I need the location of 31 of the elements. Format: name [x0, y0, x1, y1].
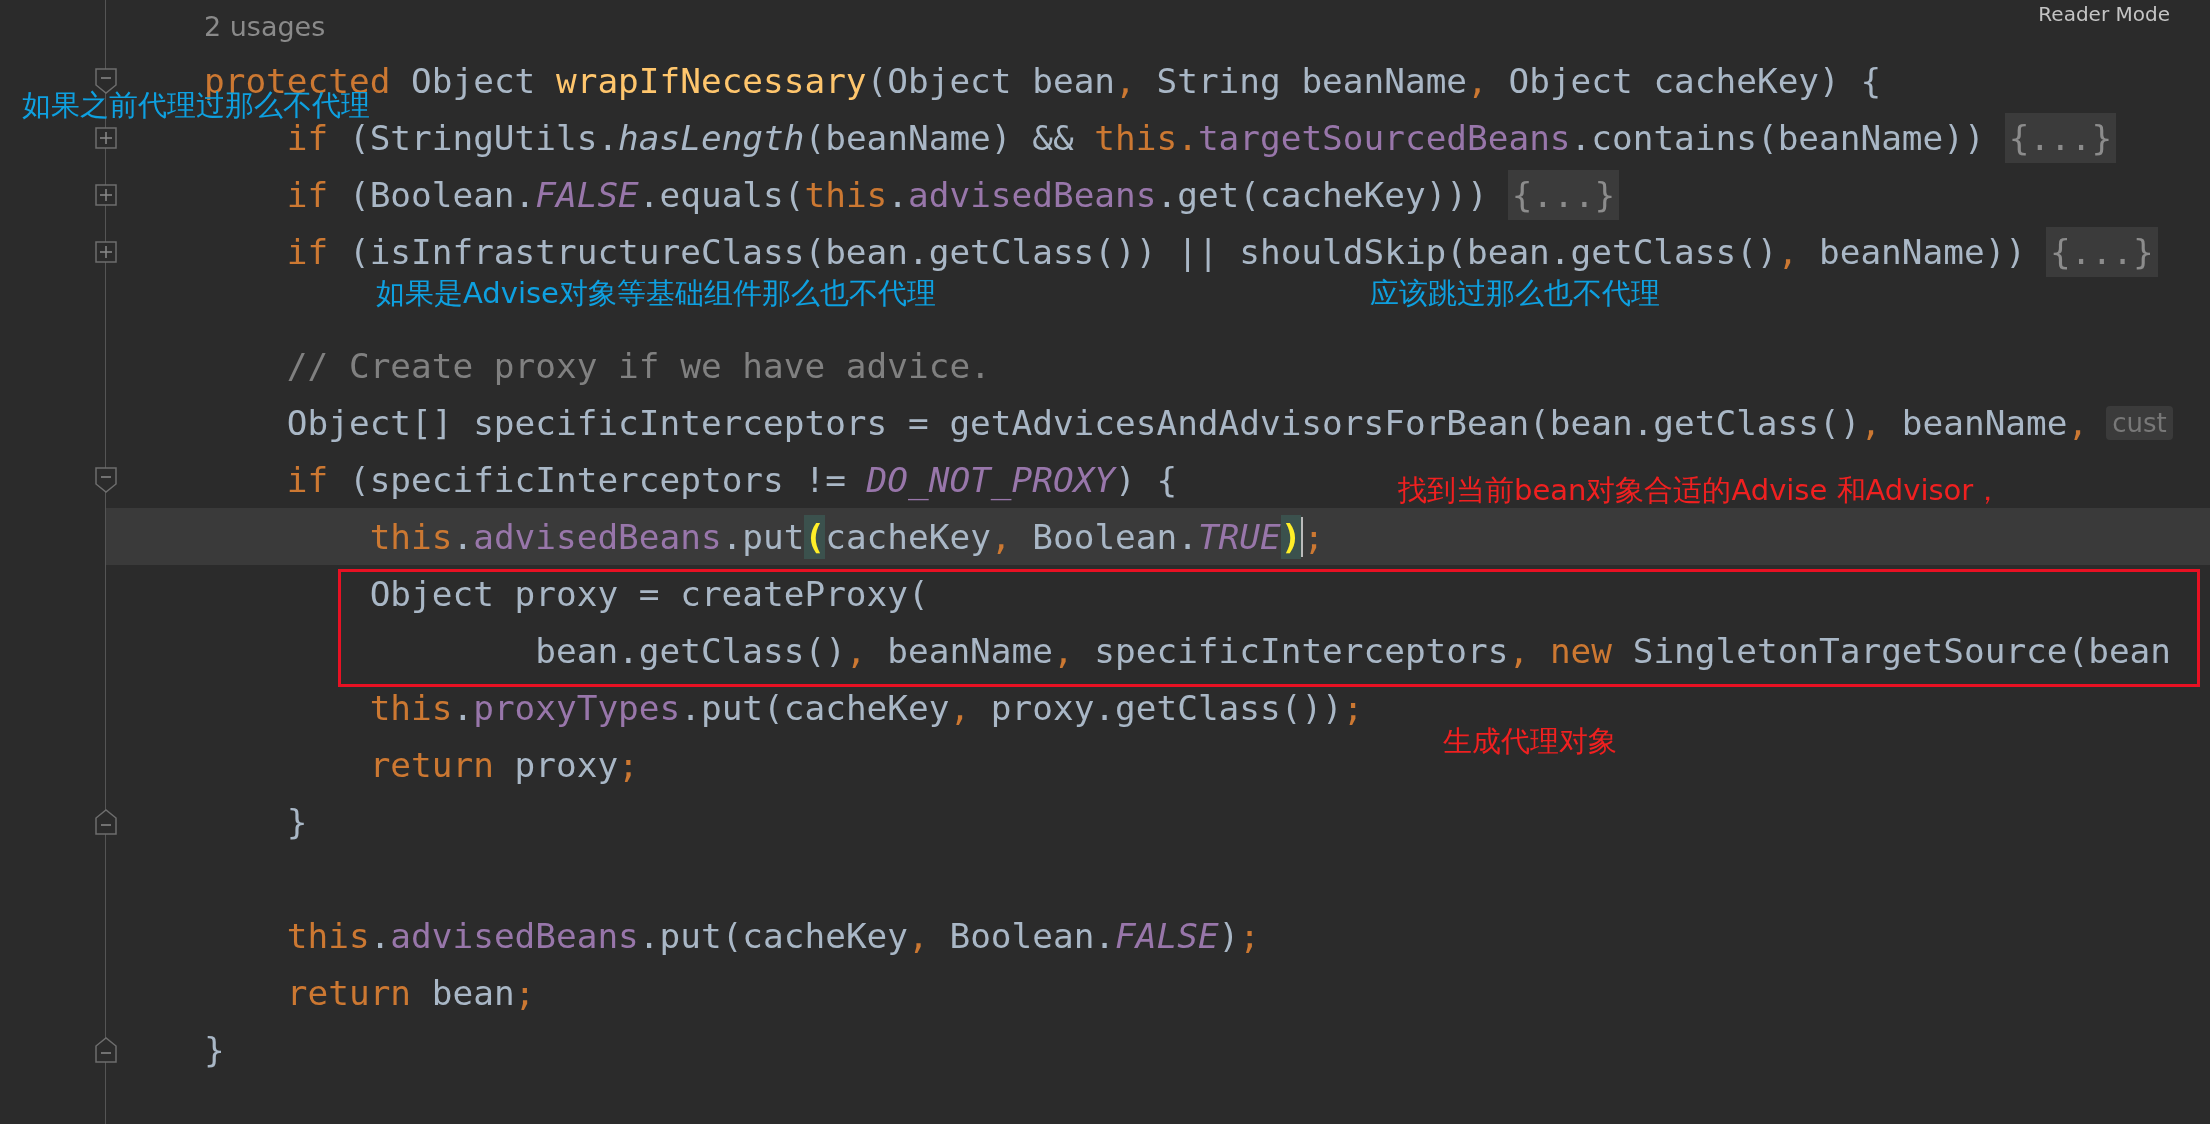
fold-end-icon[interactable] [95, 1036, 117, 1063]
code-text: if (specificInterceptors != DO_NOT_PROXY) { [285, 458, 1178, 502]
code-text: return bean; [285, 971, 536, 1015]
collapse-fold-icon[interactable] [95, 466, 117, 493]
expand-fold-icon[interactable] [95, 183, 117, 206]
code-text: this.proxyTypes.put(cacheKey, proxy.getClass()); [368, 686, 1364, 730]
annotation-note: 生成代理对象 [1443, 724, 1617, 758]
reader-mode-button[interactable]: Reader Mode [2038, 0, 2170, 28]
folded-code-button[interactable]: {...} [1507, 169, 1620, 220]
fold-end-icon[interactable] [95, 808, 117, 835]
parameter-hint: cust [2106, 405, 2173, 440]
expand-fold-icon[interactable] [95, 126, 117, 149]
code-text: } [204, 1028, 225, 1072]
annotation-note: 如果是Advise对象等基础组件那么也不代理 [376, 276, 936, 310]
code-text: Object proxy = createProxy( [368, 572, 929, 616]
code-text: this.advisedBeans.put(cacheKey, Boolean.FALSE); [285, 914, 1261, 958]
usages-hint[interactable]: 2 usages [204, 10, 326, 42]
code-text: Object[] specificInterceptors = getAdvicesAndAdvisorsForBean(bean.getClass(), beanName, [285, 401, 2089, 445]
expand-fold-icon[interactable] [95, 240, 117, 263]
code-text: bean.getClass(), beanName, specificInterceptors, new SingletonTargetSource(bean [534, 629, 2172, 673]
code-text: if (Boolean.FALSE.equals(this.advisedBeans.get(cacheKey))) [285, 173, 1488, 217]
code-text: if (isInfrastructureClass(bean.getClass()) || shouldSkip(bean.getClass(), beanName)) [285, 230, 2027, 274]
code-text: ; [1303, 515, 1325, 559]
code-text: this.advisedBeans.put(cacheKey, Boolean.TRUE) [368, 514, 1302, 559]
folded-code-button[interactable]: {...} [2046, 226, 2158, 277]
code-text: return proxy; [368, 743, 639, 787]
annotation-note: 找到当前bean对象合适的Advise 和Advisor， [1398, 473, 2003, 507]
code-text: // Create proxy if we have advice. [285, 344, 991, 388]
annotation-note: 应该跳过那么也不代理 [1370, 276, 1660, 310]
code-text: } [285, 800, 308, 844]
folded-code-button[interactable]: {...} [2004, 112, 2117, 163]
